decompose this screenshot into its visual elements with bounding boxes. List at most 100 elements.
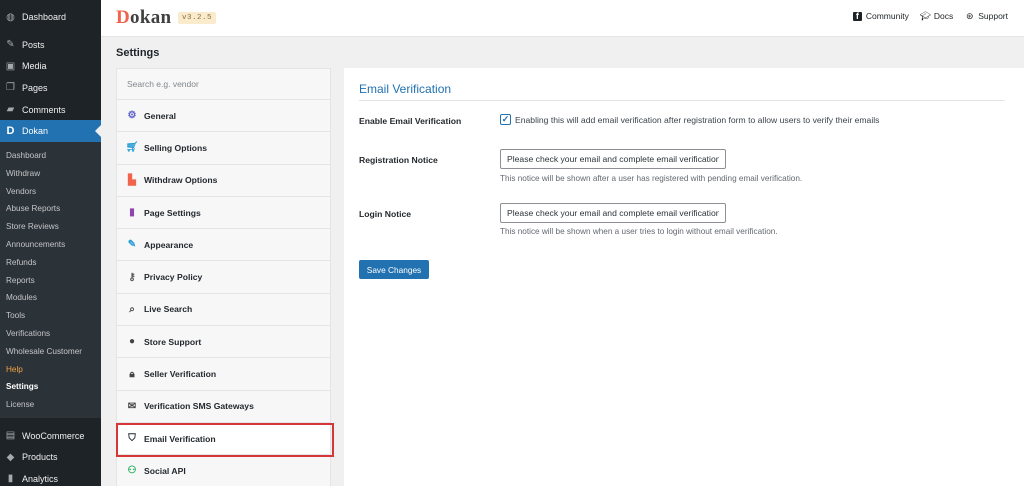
pin-icon: ✎ — [6, 39, 15, 51]
envelope-icon: ✉ — [127, 400, 137, 412]
withdraw-icon: ▙ — [128, 174, 136, 186]
nav-label: Appearance — [144, 239, 194, 250]
nav-live-search[interactable]: ⌕ Live Search — [117, 294, 330, 327]
page-title: Settings — [116, 47, 160, 59]
submenu-license[interactable]: License — [0, 396, 101, 414]
nav-email-verification[interactable]: ⛉ Email Verification — [117, 422, 330, 456]
brush-icon: ✎ — [127, 239, 137, 251]
cart-icon: 🛒︎ — [125, 142, 139, 154]
nav-privacy-policy[interactable]: ⚷ Privacy Policy — [117, 261, 330, 294]
comments-icon: ▰ — [6, 104, 15, 116]
nav-label: Privacy Policy — [144, 272, 203, 283]
nav-selling-options[interactable]: 🛒︎ Selling Options — [117, 132, 330, 165]
community-label: Community — [865, 11, 909, 21]
submenu-withdraw[interactable]: Withdraw — [0, 165, 101, 183]
submenu-settings[interactable]: Settings — [0, 378, 101, 396]
nav-label: Store Support — [144, 336, 202, 347]
nav-withdraw-options[interactable]: ▙ Withdraw Options — [117, 165, 330, 197]
nav-seller-verification[interactable]: 🔒︎ Seller Verification — [117, 358, 330, 391]
registration-notice-label: Registration Notice — [359, 155, 438, 165]
menu-label: Products — [22, 452, 58, 463]
search-icon: ⌕ — [129, 303, 135, 315]
enable-email-verification-checkbox[interactable]: ✓ — [500, 114, 511, 125]
nav-label: Selling Options — [144, 142, 208, 153]
registration-notice-input[interactable] — [500, 149, 726, 169]
submenu-verifications[interactable]: Verifications — [0, 325, 101, 343]
shield-icon: ⛉ — [128, 433, 136, 445]
save-changes-button[interactable]: Save Changes — [359, 260, 429, 279]
nav-appearance[interactable]: ✎ Appearance — [117, 229, 330, 262]
menu-label: Analytics — [22, 473, 59, 484]
lock-icon: 🔒︎ — [129, 368, 135, 380]
submenu-refunds[interactable]: Refunds — [0, 254, 101, 272]
menu-label: WooCommerce — [22, 430, 85, 441]
submenu-tools[interactable]: Tools — [0, 307, 101, 325]
submenu-dashboard[interactable]: Dashboard — [0, 147, 101, 165]
dokan-icon: D — [6, 125, 15, 138]
nav-label: General — [144, 110, 177, 121]
menu-analytics[interactable]: ▮ Analytics — [0, 468, 101, 486]
submenu-reports[interactable]: Reports — [0, 272, 101, 290]
settings-nav: Search e.g. vendor ⚙ General 🛒︎ Selling … — [116, 68, 331, 486]
panel-divider — [359, 100, 1005, 101]
dashboard-icon: ◍ — [6, 11, 15, 23]
facebook-icon: f — [852, 11, 862, 21]
panel-title: Email Verification — [359, 82, 452, 96]
menu-products[interactable]: ◆ Products — [0, 447, 101, 469]
menu-label: Dashboard — [22, 12, 67, 22]
page-icon: ▮ — [129, 207, 135, 219]
chat-icon: ● — [128, 336, 136, 348]
menu-dashboard[interactable]: ◍ Dashboard — [0, 0, 101, 34]
menu-label: Posts — [22, 39, 45, 50]
submenu-help[interactable]: Help — [0, 361, 101, 379]
nav-label: Seller Verification — [144, 369, 217, 380]
menu-dokan[interactable]: D Dokan — [0, 120, 101, 142]
menu-media[interactable]: ▣ Media — [0, 56, 101, 78]
docs-link[interactable]: 🎓︎ Docs — [919, 10, 954, 22]
support-link[interactable]: ⊛ Support — [965, 10, 1008, 22]
nav-social-api[interactable]: ⚇ Social API — [117, 455, 330, 486]
email-verification-panel: Email Verification Enable Email Verifica… — [344, 68, 1024, 486]
gear-icon: ⚙ — [127, 110, 137, 122]
dokan-logo: Dokan — [116, 7, 172, 28]
nav-label: Withdraw Options — [144, 175, 218, 186]
registration-notice-description: This notice will be shown after a user h… — [500, 174, 803, 183]
submenu-store-reviews[interactable]: Store Reviews — [0, 218, 101, 236]
submenu-modules[interactable]: Modules — [0, 289, 101, 307]
menu-comments[interactable]: ▰ Comments — [0, 99, 101, 121]
header-links: f Community 🎓︎ Docs ⊛ Support — [852, 10, 1008, 22]
login-notice-label: Login Notice — [359, 209, 412, 219]
community-link[interactable]: f Community — [852, 11, 909, 21]
docs-label: Docs — [933, 11, 954, 21]
menu-woocommerce[interactable]: ▤ WooCommerce — [0, 425, 101, 447]
analytics-icon: ▮ — [7, 473, 14, 485]
nav-label: Email Verification — [144, 433, 216, 444]
menu-label: Pages — [22, 82, 48, 93]
nav-label: Social API — [144, 465, 186, 476]
login-notice-description: This notice will be shown when a user tr… — [500, 227, 778, 236]
graduation-cap-icon: 🎓︎ — [919, 10, 932, 21]
menu-posts[interactable]: ✎ Posts — [0, 34, 101, 56]
settings-search-input[interactable]: Search e.g. vendor — [117, 69, 330, 100]
nav-label: Live Search — [144, 304, 193, 315]
menu-label: Comments — [22, 104, 66, 115]
dokan-submenu: Dashboard Withdraw Vendors Abuse Reports… — [0, 141, 101, 418]
nav-page-settings[interactable]: ▮ Page Settings — [117, 197, 330, 230]
version-badge: v3.2.5 — [178, 12, 217, 24]
submenu-abuse-reports[interactable]: Abuse Reports — [0, 200, 101, 218]
submenu-wholesale-customer[interactable]: Wholesale Customer — [0, 343, 101, 361]
support-label: Support — [978, 11, 1008, 21]
menu-label: Dokan — [22, 126, 49, 137]
login-notice-input[interactable] — [500, 203, 726, 223]
nav-store-support[interactable]: ● Store Support — [117, 326, 330, 359]
dokan-header: Dokan v3.2.5 f Community 🎓︎ Docs ⊛ Suppo… — [101, 0, 1024, 37]
nav-general[interactable]: ⚙ General — [117, 100, 330, 133]
submenu-announcements[interactable]: Announcements — [0, 236, 101, 254]
products-icon: ◆ — [6, 451, 15, 463]
admin-sidebar: ◍ Dashboard ✎ Posts ▣ Media ❐ Pages ▰ Co… — [0, 0, 101, 486]
menu-pages[interactable]: ❐ Pages — [0, 77, 101, 99]
media-icon: ▣ — [5, 60, 16, 72]
nav-verification-sms-gateways[interactable]: ✉ Verification SMS Gateways — [117, 391, 330, 423]
lifebuoy-icon: ⊛ — [965, 10, 974, 21]
submenu-vendors[interactable]: Vendors — [0, 183, 101, 201]
